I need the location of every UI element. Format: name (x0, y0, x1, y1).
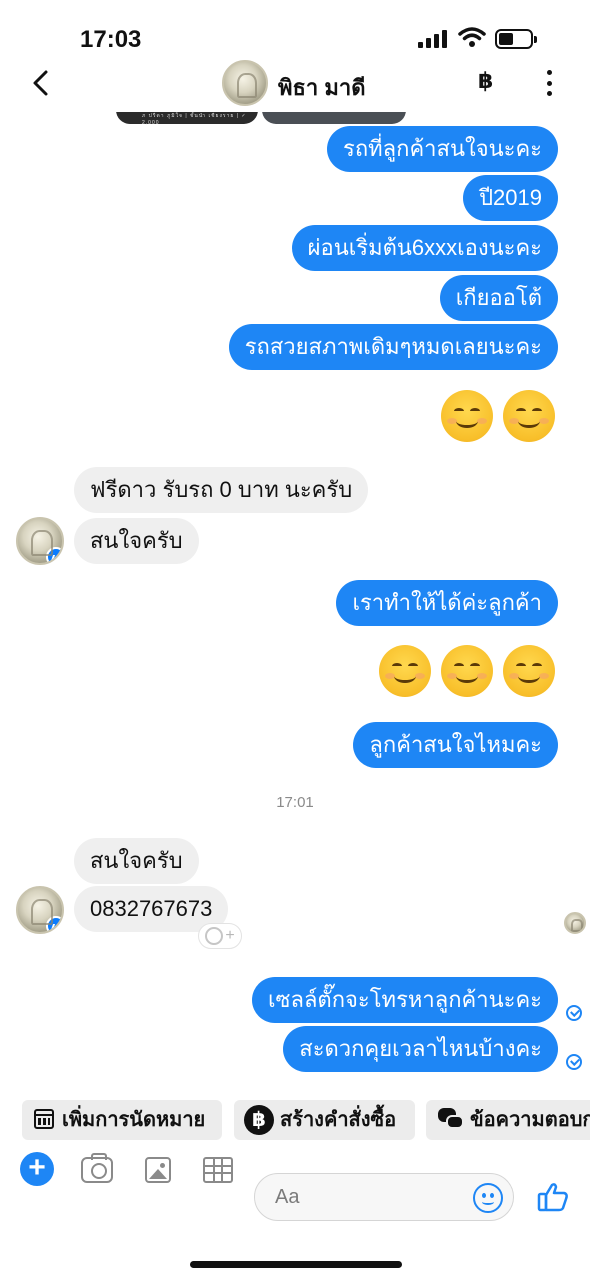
smiling-emoji[interactable] (441, 645, 493, 697)
wifi-icon (458, 27, 486, 47)
add-reaction-button[interactable]: + (198, 923, 242, 949)
delivered-check-icon (566, 1005, 582, 1021)
signal-icon (418, 30, 447, 48)
status-bar: 17:03 (0, 0, 590, 64)
calendar-icon (34, 1109, 54, 1129)
messenger-badge-icon (46, 547, 62, 563)
gallery-icon[interactable] (145, 1157, 171, 1183)
outgoing-message[interactable]: ผ่อนเริ่มต้น6xxxเองนะคะ (291, 225, 558, 271)
sender-avatar[interactable] (16, 517, 64, 565)
emoji-icon[interactable] (473, 1183, 503, 1213)
baht-icon[interactable]: ฿ (478, 68, 493, 94)
saved-replies-button[interactable]: ข้อความตอบก (426, 1100, 590, 1140)
battery-icon (495, 29, 537, 49)
back-chevron-icon[interactable] (28, 68, 54, 98)
sender-avatar[interactable] (16, 886, 64, 934)
home-indicator (190, 1261, 402, 1268)
smiling-emoji[interactable] (379, 645, 431, 697)
outgoing-message[interactable]: เซลล์ตั๊กจะโทรหาลูกค้านะคะ (252, 977, 558, 1023)
incoming-message[interactable]: สนใจครับ (74, 838, 199, 884)
incoming-message[interactable]: สนใจครับ (74, 518, 199, 564)
reaction-face-icon (205, 927, 224, 945)
smiling-emoji[interactable] (503, 645, 555, 697)
message-input[interactable]: Aa (254, 1173, 514, 1221)
outgoing-message[interactable]: เกียออโต้ (439, 275, 558, 321)
chat-bubbles-icon (438, 1108, 464, 1130)
message-timestamp: 17:01 (276, 794, 314, 811)
outgoing-message[interactable]: ปี2019 (463, 175, 558, 221)
outgoing-message[interactable]: รถที่ลูกค้าสนใจนะคะ (327, 126, 558, 172)
camera-icon[interactable] (81, 1153, 113, 1183)
like-icon[interactable] (537, 1182, 569, 1212)
delivered-check-icon (566, 1054, 582, 1070)
saved-replies-label: ข้อความตอบก (470, 1109, 590, 1131)
seen-avatar (564, 912, 586, 934)
plus-icon[interactable]: + (20, 1152, 54, 1186)
contact-avatar[interactable] (222, 60, 268, 106)
smiling-emoji[interactable] (441, 390, 493, 442)
contact-name[interactable]: พิธา มาดี (278, 70, 366, 105)
outgoing-message[interactable]: ลูกค้าสนใจไหมคะ (353, 722, 558, 768)
status-time: 17:03 (80, 26, 142, 53)
baht-icon: ฿ (244, 1105, 274, 1135)
incoming-message[interactable]: ฟรีดาว รับรถ 0 บาท นะครับ (74, 467, 369, 513)
add-appointment-label: เพิ่มการนัดหมาย (62, 1109, 206, 1131)
more-icon[interactable] (545, 70, 553, 96)
create-order-label: สร้างคำสั่งซื้อ (280, 1109, 397, 1131)
outgoing-message[interactable]: สะดวกคุยเวลาไหนบ้างคะ (283, 1026, 558, 1072)
conversation-header: พิธา มาดี ฿ (0, 56, 590, 112)
table-icon[interactable] (203, 1157, 233, 1183)
create-order-button[interactable]: ฿ สร้างคำสั่งซื้อ (234, 1100, 415, 1140)
smiling-emoji[interactable] (503, 390, 555, 442)
message-input-placeholder: Aa (275, 1186, 300, 1208)
image-caption: ภ ปรีดา ภูมิใจ | ชั้นนำ เชียงราย | ✓ 2,0… (142, 113, 247, 126)
add-appointment-button[interactable]: เพิ่มการนัดหมาย (22, 1100, 222, 1140)
messenger-badge-icon (46, 916, 62, 932)
outgoing-message[interactable]: เราทำให้ได้ค่ะลูกค้า (336, 580, 558, 626)
outgoing-message[interactable]: รถสวยสภาพเดิมๆหมดเลยนะคะ (228, 324, 558, 370)
